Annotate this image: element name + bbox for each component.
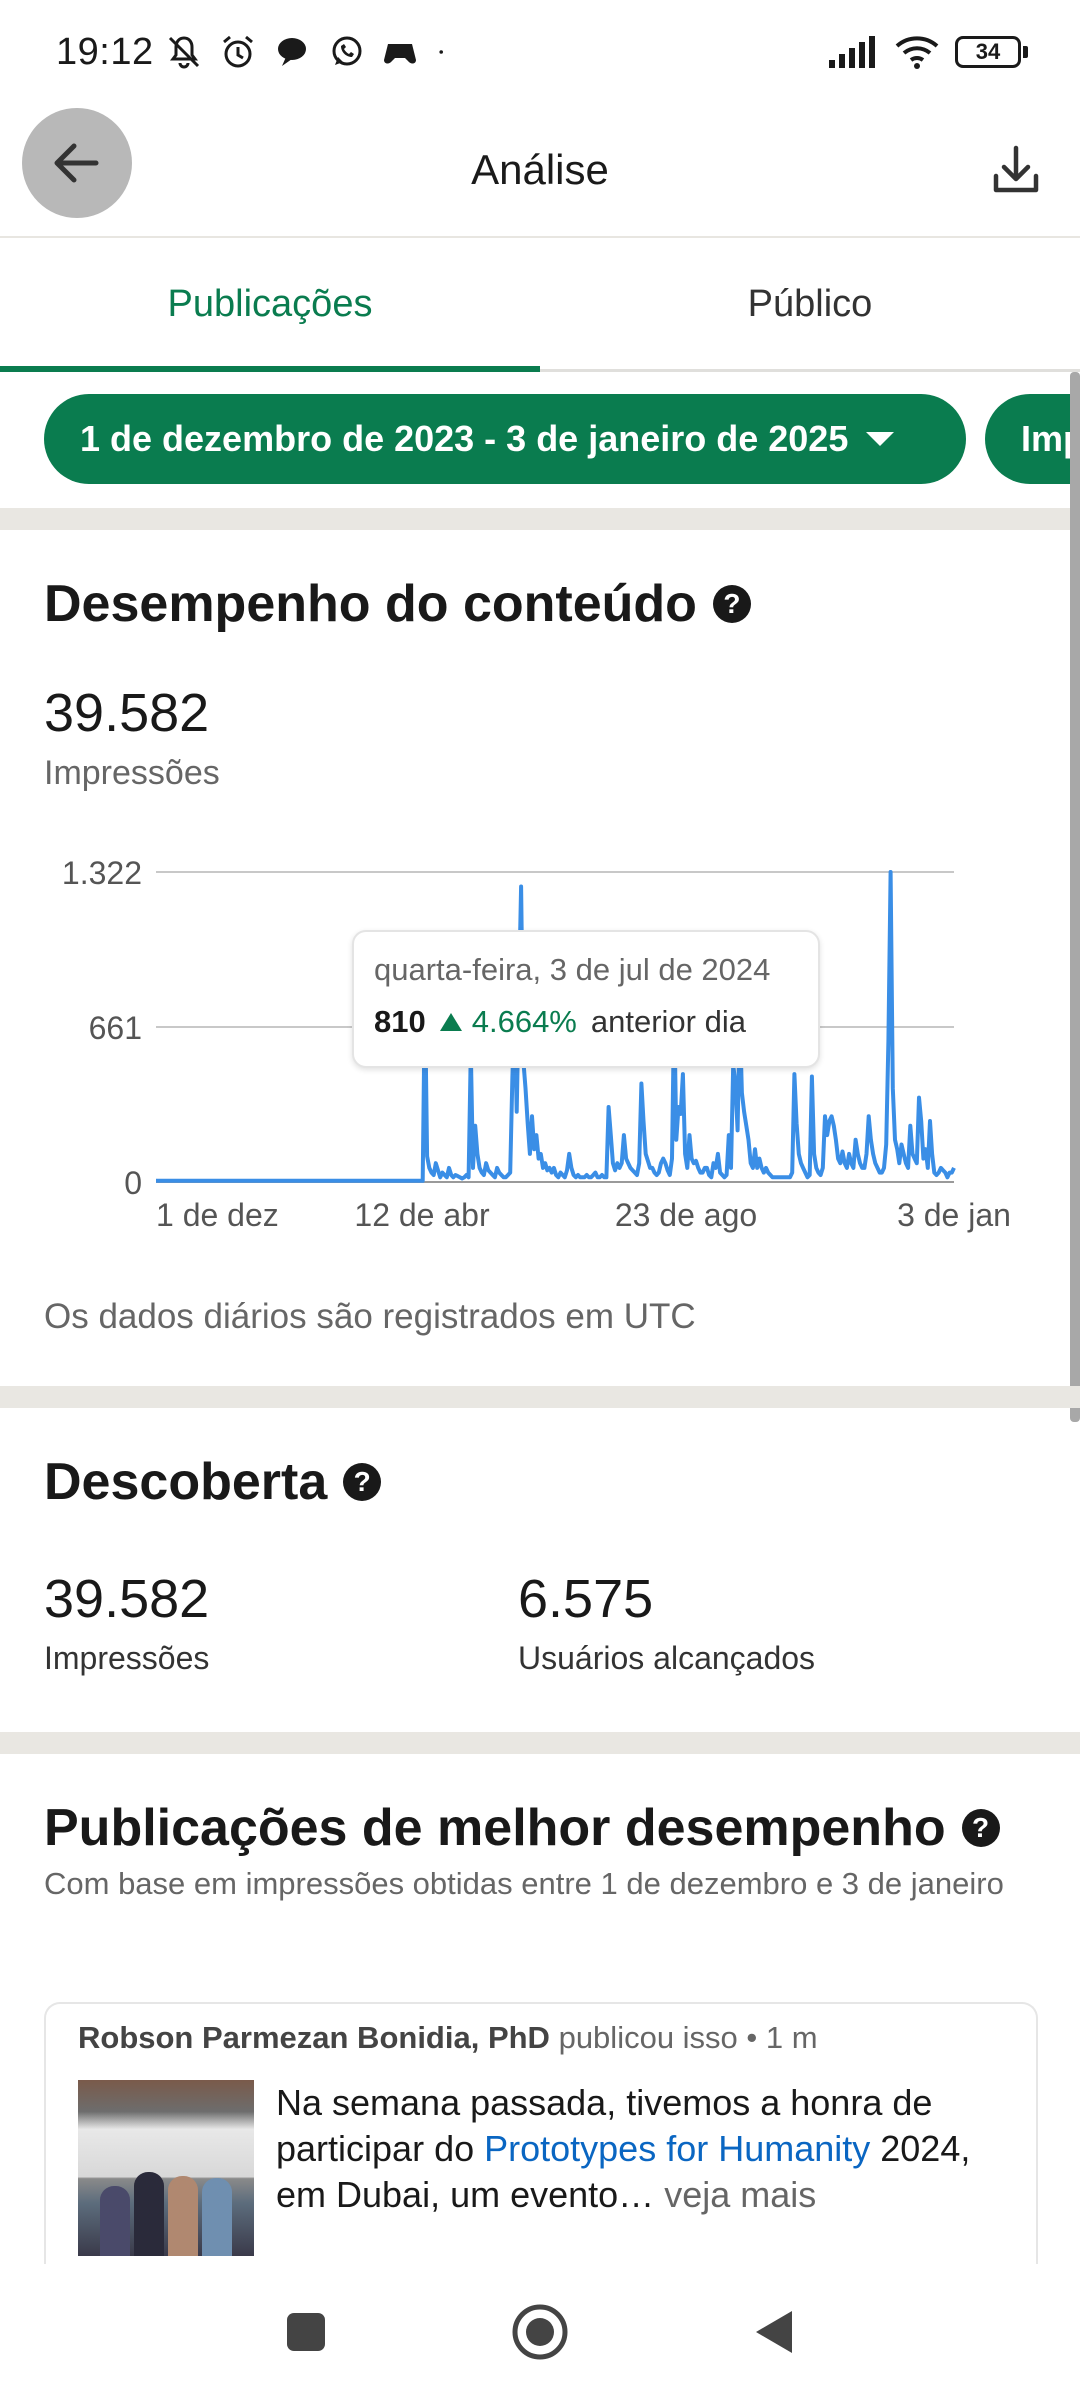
square-icon (287, 2313, 325, 2351)
filter-row: 1 de dezembro de 2023 - 3 de janeiro de … (0, 372, 1080, 508)
back-button[interactable] (22, 108, 132, 218)
battery-icon: 34 (955, 36, 1028, 68)
content-performance-heading: Desempenho do conteúdo (44, 575, 697, 633)
arrow-left-icon (54, 143, 99, 183)
discovery-title: Descoberta ? (44, 1452, 382, 1512)
help-icon[interactable]: ? (961, 1809, 1000, 1847)
thumb-figure (168, 2176, 198, 2256)
see-more-link[interactable]: veja mais (654, 2174, 816, 2215)
tab-publico[interactable]: Público (540, 240, 1080, 369)
home-button[interactable] (508, 2300, 572, 2364)
tooltip-suffix: anterior dia (590, 1004, 746, 1039)
post-author[interactable]: Robson Parmezan Bonidia, PhD (78, 2020, 550, 2055)
post-thumbnail[interactable] (78, 2080, 254, 2256)
post-link[interactable]: Prototypes for Humanity (484, 2128, 870, 2169)
recent-apps-button[interactable] (274, 2300, 338, 2364)
post-meta-text: publicou isso • 1 m (558, 2020, 818, 2055)
y-tick-label: 1.322 (62, 855, 142, 891)
tooltip-value: 810 (374, 1004, 426, 1039)
page-title: Análise (471, 146, 609, 193)
reach-value: 6.575 (518, 1569, 654, 1629)
battery-tip (1023, 46, 1028, 58)
battery-level: 34 (955, 36, 1021, 68)
game-icon (383, 44, 416, 64)
reach-label: Usuários alcançados (518, 1640, 816, 1676)
thumb-figure (100, 2186, 130, 2256)
total-impressions-value: 39.582 (44, 683, 210, 743)
x-tick-label: 3 de jan (897, 1197, 1011, 1233)
wifi-icon (895, 36, 939, 69)
help-icon[interactable]: ? (343, 1463, 382, 1501)
tooltip-date: quarta-feira, 3 de jul de 2024 (374, 952, 771, 987)
post-text[interactable]: Na semana passada, tivemos a honra de pa… (276, 2080, 1016, 2218)
chart-tooltip: quarta-feira, 3 de jul de 2024 810 4.664… (352, 930, 820, 1068)
download-button[interactable] (986, 140, 1046, 200)
top-posts-subtitle: Com base em impressões obtidas entre 1 d… (44, 1866, 1004, 1901)
y-tick-label: 661 (89, 1010, 142, 1046)
post-meta: publicou isso • 1 m (559, 2020, 818, 2055)
mute-icon (168, 36, 199, 69)
date-range-label: 1 de dezembro de 2023 - 3 de janeiro de … (80, 418, 849, 459)
top-posts-title: Publicações de melhor desempenho ? (44, 1798, 1000, 1858)
y-tick-label: 0 (124, 1165, 142, 1201)
discovery-impressions-label: Impressões (44, 1640, 210, 1676)
status-time: 19:12 (56, 30, 154, 73)
circle-icon (512, 2304, 568, 2360)
triangle-back-icon (756, 2311, 792, 2353)
discovery-heading: Descoberta (44, 1453, 328, 1511)
help-icon[interactable]: ? (712, 585, 751, 623)
section-divider (0, 1386, 1080, 1408)
chat-bubble-icon (277, 38, 306, 66)
system-nav-bar (0, 2264, 1080, 2400)
total-impressions-label: Impressões (44, 754, 220, 792)
x-tick-label: 23 de ago (615, 1197, 757, 1233)
status-bar: 19:12 34 (0, 0, 1080, 104)
signal-icon (829, 36, 875, 68)
post-card[interactable]: Robson Parmezan Bonidia, PhD publicou is… (44, 2002, 1038, 2302)
content-performance-title: Desempenho do conteúdo ? (44, 574, 751, 634)
dot-icon (438, 50, 443, 54)
thumb-figure (134, 2172, 164, 2256)
tab-bar: Publicações Público (0, 240, 1080, 372)
top-posts-heading: Publicações de melhor desempenho (44, 1799, 946, 1857)
metric-filter-chip[interactable]: Imp (985, 394, 1080, 484)
thumb-figure (202, 2178, 232, 2256)
status-system-icons: 34 (827, 34, 1028, 70)
discovery-impressions-value: 39.582 (44, 1569, 210, 1629)
x-tick-label: 12 de abr (354, 1197, 490, 1233)
triangle-up-icon (439, 1013, 462, 1031)
x-tick-label: 1 de dez (156, 1197, 279, 1233)
tooltip-change: 4.664% (439, 1004, 577, 1040)
tooltip-change-value: 4.664% (471, 1004, 577, 1039)
tab-publicacoes[interactable]: Publicações (0, 240, 540, 372)
app-bar: Análise (0, 104, 1080, 238)
section-divider (0, 508, 1080, 530)
caret-down-icon (866, 432, 895, 446)
date-range-dropdown[interactable]: 1 de dezembro de 2023 - 3 de janeiro de … (44, 394, 966, 484)
status-notification-icons (164, 32, 458, 72)
utc-note: Os dados diários são registrados em UTC (44, 1297, 696, 1336)
back-nav-button[interactable] (742, 2300, 806, 2364)
post-header: Robson Parmezan Bonidia, PhD publicou is… (78, 2020, 818, 2056)
whatsapp-icon (332, 36, 362, 66)
alarm-icon (222, 35, 253, 68)
tooltip-row: 810 4.664% anterior dia (374, 1004, 798, 1040)
section-divider (0, 1732, 1080, 1754)
